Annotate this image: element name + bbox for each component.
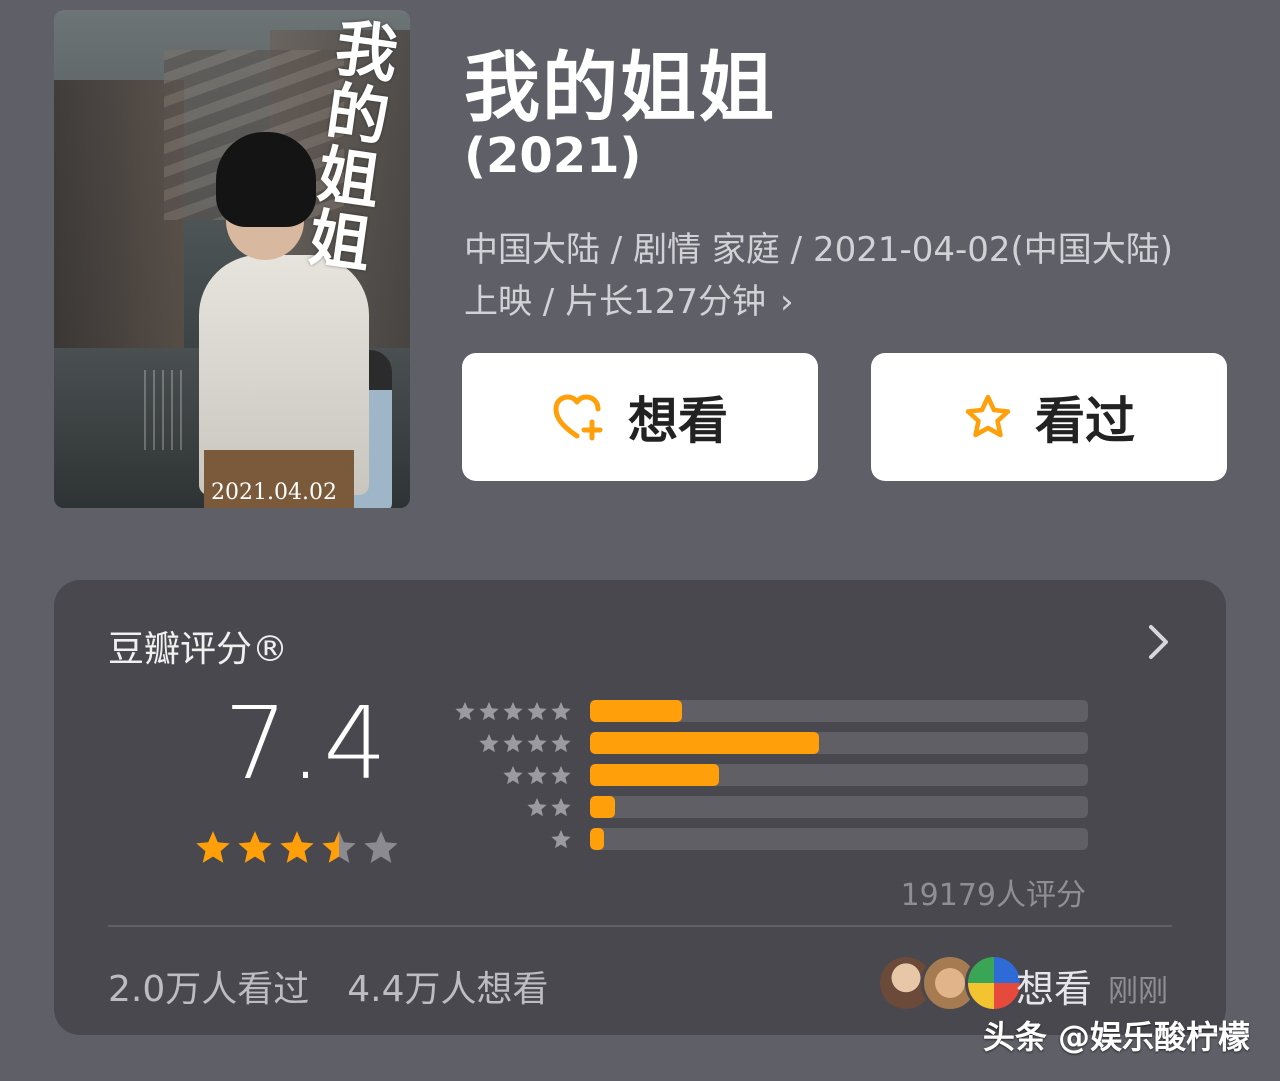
watched-label: 看过	[1035, 392, 1135, 450]
star-icon	[280, 831, 314, 863]
star-icon	[238, 831, 272, 863]
distribution-stars-1	[550, 828, 572, 850]
star-icon	[479, 701, 499, 721]
chevron-right-icon[interactable]	[1146, 622, 1172, 666]
distribution-bar-fill	[590, 700, 683, 722]
star-icon	[196, 831, 230, 863]
poster-girl-hair	[216, 132, 316, 227]
distribution-bar-2	[590, 796, 1088, 818]
watch-stats: 2.0万人看过 4.4万人想看	[108, 960, 549, 1012]
star-icon	[503, 733, 523, 753]
star-icon	[551, 701, 571, 721]
star-icon	[527, 797, 547, 817]
star-icon	[551, 733, 571, 753]
want-count[interactable]: 4.4万人想看	[347, 969, 548, 1010]
heart-plus-icon	[552, 392, 606, 442]
seen-count[interactable]: 2.0万人看过	[108, 969, 309, 1010]
chevron-right-icon: ›	[779, 282, 794, 322]
friend-avatars[interactable]	[877, 954, 1023, 1012]
star-outline-icon	[963, 393, 1013, 441]
avatar	[965, 954, 1023, 1012]
watched-button[interactable]: 看过	[871, 353, 1227, 481]
movie-year: (2021)	[464, 128, 642, 184]
star-icon	[322, 831, 356, 863]
star-icon	[503, 765, 523, 785]
movie-meta[interactable]: 中国大陆 / 剧情 家庭 / 2021-04-02(中国大陆)上映 / 片长12…	[464, 224, 1204, 328]
distribution-stars-2	[526, 796, 572, 818]
distribution-bar-5	[590, 700, 1088, 722]
distribution-bar-3	[590, 764, 1088, 786]
distribution-bar-fill	[590, 764, 720, 786]
want-to-watch-label: 想看	[628, 392, 728, 450]
star-icon	[551, 797, 571, 817]
rating-score: 7.4	[224, 685, 390, 802]
friend-activity-label: 想看	[1016, 967, 1093, 1011]
divider	[108, 925, 1172, 927]
rating-section-title: 豆瓣评分®	[108, 629, 289, 670]
friend-activity-time: 刚刚	[1108, 974, 1168, 1009]
star-icon	[503, 701, 523, 721]
movie-poster[interactable]: 我的姐姐 2021.04.02	[54, 10, 410, 508]
distribution-stars-5	[454, 700, 572, 722]
poster-date: 2021.04.02	[211, 480, 337, 505]
star-icon	[455, 701, 475, 721]
poster-credits	[144, 370, 184, 450]
star-icon	[479, 733, 499, 753]
movie-meta-text: 中国大陆 / 剧情 家庭 / 2021-04-02(中国大陆)上映 / 片长12…	[464, 230, 1174, 322]
distribution-bar-fill	[590, 732, 820, 754]
distribution-stars-3	[502, 764, 572, 786]
star-icon	[551, 765, 571, 785]
star-icon	[551, 829, 571, 849]
star-icon	[364, 831, 398, 863]
star-icon	[527, 733, 547, 753]
douban-rating-panel[interactable]: 豆瓣评分® 7.4 19179人评分 2.0万人看过 4.4万人想看 想看 刚刚	[54, 580, 1226, 1035]
want-to-watch-button[interactable]: 想看	[462, 353, 818, 481]
watermark: 头条 @娱乐酸柠檬	[982, 1018, 1250, 1056]
distribution-bar-1	[590, 828, 1088, 850]
distribution-bar-4	[590, 732, 1088, 754]
star-icon	[527, 701, 547, 721]
distribution-bar-fill	[590, 796, 615, 818]
distribution-bar-fill	[590, 828, 604, 850]
star-icon	[527, 765, 547, 785]
movie-title: 我的姐姐	[464, 43, 776, 132]
rating-stars	[194, 828, 400, 866]
distribution-stars-4	[478, 732, 572, 754]
rating-count: 19179人评分	[900, 878, 1086, 913]
